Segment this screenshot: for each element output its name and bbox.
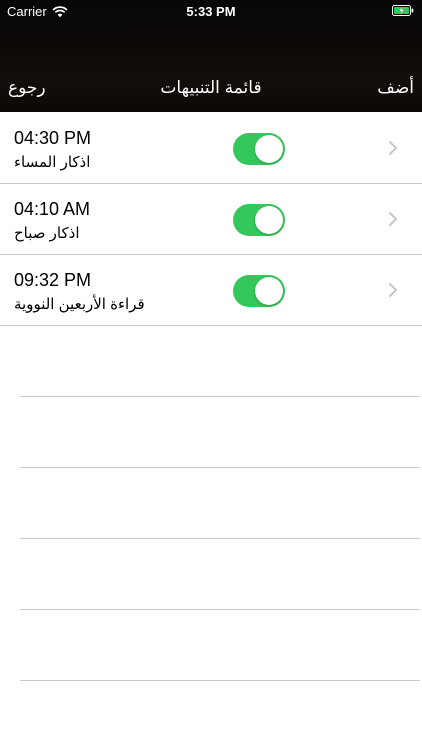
alarm-toggle[interactable] <box>233 275 285 307</box>
toggle-knob <box>255 206 283 234</box>
battery-charging-icon <box>392 5 414 16</box>
chevron-right-icon <box>389 283 397 297</box>
alarm-toggle[interactable] <box>233 204 285 236</box>
alarm-list: 04:30 PM اذكار المساء 04:10 AM اذكار صبا… <box>0 113 422 681</box>
alarm-time: 04:30 PM <box>14 128 92 148</box>
status-bar: Carrier 5:33 PM <box>0 0 422 24</box>
empty-row <box>20 468 420 539</box>
alarm-time: 09:32 PM <box>14 270 92 290</box>
header-background: Carrier 5:33 PM رجوع قائمة التنبيهات أضف <box>0 0 422 112</box>
alarm-name: اذكار المساء <box>14 154 91 171</box>
alarm-row[interactable]: 04:10 AM اذكار صباح <box>0 184 422 255</box>
alarm-time: 04:10 AM <box>14 199 91 219</box>
alarm-toggle[interactable] <box>233 133 285 165</box>
navigation-bar: رجوع قائمة التنبيهات أضف <box>0 66 422 110</box>
empty-row <box>20 397 420 468</box>
toggle-knob <box>255 277 283 305</box>
toggle-knob <box>255 135 283 163</box>
alarm-name: اذكار صباح <box>14 225 80 242</box>
chevron-right-icon <box>389 212 397 226</box>
alarm-row[interactable]: 09:32 PM قراءة الأربعين النووية <box>0 255 422 326</box>
status-time: 5:33 PM <box>186 4 236 19</box>
add-button[interactable]: أضف <box>377 78 414 98</box>
empty-row <box>20 610 420 681</box>
empty-row <box>20 539 420 610</box>
chevron-right-icon <box>389 141 397 155</box>
alarm-name: قراءة الأربعين النووية <box>14 296 145 313</box>
empty-row <box>20 326 420 397</box>
back-button[interactable]: رجوع <box>8 78 46 98</box>
page-title: قائمة التنبيهات <box>160 78 262 97</box>
alarm-row[interactable]: 04:30 PM اذكار المساء <box>0 113 422 184</box>
